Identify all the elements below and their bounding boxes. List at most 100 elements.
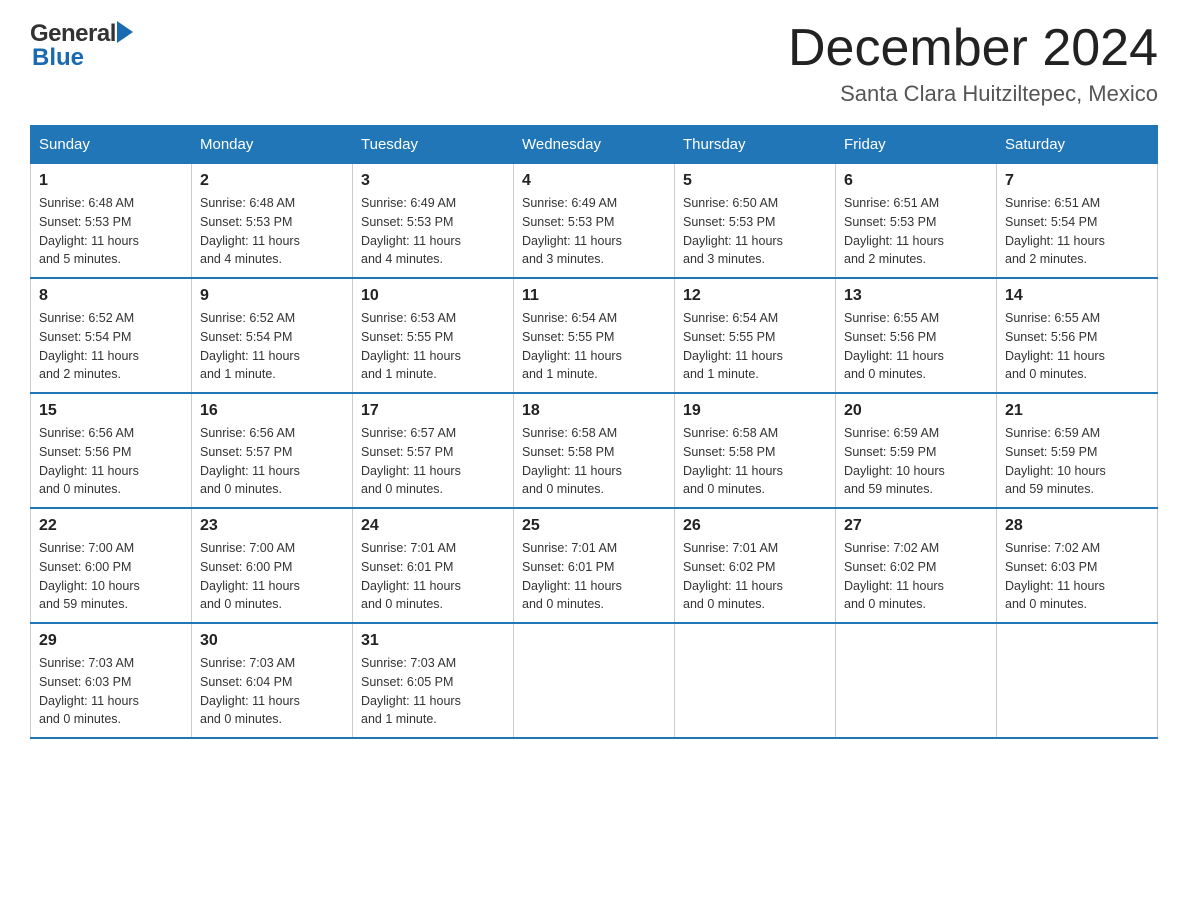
calendar-table: SundayMondayTuesdayWednesdayThursdayFrid… — [30, 125, 1158, 739]
day-cell: 13 Sunrise: 6:55 AMSunset: 5:56 PMDayligh… — [836, 278, 997, 393]
day-header-monday: Monday — [192, 126, 353, 164]
day-number: 10 — [361, 287, 505, 305]
day-cell: 4Sunrise: 6:49 AMSunset: 5:53 PMDaylight… — [514, 164, 675, 279]
day-cell: 14Sunrise: 6:55 AMSunset: 5:56 PMDayligh… — [997, 278, 1158, 393]
day-info: Sunrise: 6:58 AMSunset: 5:58 PMDaylight:… — [522, 424, 666, 499]
day-info: Sunrise: 6:59 AMSunset: 5:59 PMDaylight:… — [1005, 424, 1149, 499]
day-info: Sunrise: 7:00 AMSunset: 6:00 PMDaylight:… — [39, 539, 183, 614]
subtitle: Santa Clara Huitziltepec, Mexico — [788, 81, 1158, 107]
day-info: Sunrise: 6:54 AMSunset: 5:55 PMDaylight:… — [683, 309, 827, 384]
day-number: 14 — [1005, 287, 1149, 305]
day-cell: 17 Sunrise: 6:57 AMSunset: 5:57 PMDayligh… — [353, 393, 514, 508]
day-cell: 30 Sunrise: 7:03 AMSunset: 6:04 PMDayligh… — [192, 623, 353, 738]
title-area: December 2024 Santa Clara Huitziltepec, … — [788, 20, 1158, 107]
day-cell — [514, 623, 675, 738]
day-number: 31 — [361, 632, 505, 650]
day-number: 3 — [361, 172, 505, 190]
day-cell: 18 Sunrise: 6:58 AMSunset: 5:58 PMDayligh… — [514, 393, 675, 508]
day-cell: 28 Sunrise: 7:02 AMSunset: 6:03 PMDayligh… — [997, 508, 1158, 623]
day-header-tuesday: Tuesday — [353, 126, 514, 164]
logo-blue-text: Blue — [32, 44, 84, 71]
day-info: Sunrise: 6:54 AMSunset: 5:55 PMDaylight:… — [522, 309, 666, 384]
day-cell: 22 Sunrise: 7:00 AMSunset: 6:00 PMDayligh… — [31, 508, 192, 623]
day-number: 28 — [1005, 517, 1149, 535]
day-cell: 19 Sunrise: 6:58 AMSunset: 5:58 PMDayligh… — [675, 393, 836, 508]
day-info: Sunrise: 6:52 AMSunset: 5:54 PMDaylight:… — [200, 309, 344, 384]
day-info: Sunrise: 6:57 AMSunset: 5:57 PMDaylight:… — [361, 424, 505, 499]
day-number: 19 — [683, 402, 827, 420]
day-number: 21 — [1005, 402, 1149, 420]
day-cell: 9Sunrise: 6:52 AMSunset: 5:54 PMDaylight… — [192, 278, 353, 393]
day-number: 13 — [844, 287, 988, 305]
day-cell: 11 Sunrise: 6:54 AMSunset: 5:55 PMDayligh… — [514, 278, 675, 393]
week-row-2: 8 Sunrise: 6:52 AMSunset: 5:54 PMDaylight… — [31, 278, 1158, 393]
week-row-3: 15Sunrise: 6:56 AMSunset: 5:56 PMDayligh… — [31, 393, 1158, 508]
day-number: 8 — [39, 287, 183, 305]
day-number: 1 — [39, 172, 183, 190]
day-info: Sunrise: 7:02 AMSunset: 6:03 PMDaylight:… — [1005, 539, 1149, 614]
day-info: Sunrise: 6:52 AMSunset: 5:54 PMDaylight:… — [39, 309, 183, 384]
day-cell: 25Sunrise: 7:01 AMSunset: 6:01 PMDayligh… — [514, 508, 675, 623]
day-cell: 24Sunrise: 7:01 AMSunset: 6:01 PMDayligh… — [353, 508, 514, 623]
day-info: Sunrise: 7:01 AMSunset: 6:01 PMDaylight:… — [522, 539, 666, 614]
day-cell — [997, 623, 1158, 738]
day-info: Sunrise: 6:51 AMSunset: 5:53 PMDaylight:… — [844, 194, 988, 269]
day-cell: 21 Sunrise: 6:59 AMSunset: 5:59 PMDayligh… — [997, 393, 1158, 508]
day-info: Sunrise: 7:03 AMSunset: 6:04 PMDaylight:… — [200, 654, 344, 729]
day-info: Sunrise: 6:59 AMSunset: 5:59 PMDaylight:… — [844, 424, 988, 499]
day-info: Sunrise: 6:48 AMSunset: 5:53 PMDaylight:… — [39, 194, 183, 269]
day-info: Sunrise: 6:49 AMSunset: 5:53 PMDaylight:… — [361, 194, 505, 269]
day-info: Sunrise: 7:01 AMSunset: 6:02 PMDaylight:… — [683, 539, 827, 614]
logo-arrow-icon — [117, 21, 133, 43]
week-row-5: 29Sunrise: 7:03 AMSunset: 6:03 PMDayligh… — [31, 623, 1158, 738]
day-cell: 26Sunrise: 7:01 AMSunset: 6:02 PMDayligh… — [675, 508, 836, 623]
day-cell: 29Sunrise: 7:03 AMSunset: 6:03 PMDayligh… — [31, 623, 192, 738]
day-info: Sunrise: 7:03 AMSunset: 6:05 PMDaylight:… — [361, 654, 505, 729]
day-info: Sunrise: 6:55 AMSunset: 5:56 PMDaylight:… — [844, 309, 988, 384]
day-info: Sunrise: 6:58 AMSunset: 5:58 PMDaylight:… — [683, 424, 827, 499]
day-number: 18 — [522, 402, 666, 420]
day-cell — [675, 623, 836, 738]
day-info: Sunrise: 6:48 AMSunset: 5:53 PMDaylight:… — [200, 194, 344, 269]
day-info: Sunrise: 7:00 AMSunset: 6:00 PMDaylight:… — [200, 539, 344, 614]
day-header-friday: Friday — [836, 126, 997, 164]
day-info: Sunrise: 6:51 AMSunset: 5:54 PMDaylight:… — [1005, 194, 1149, 269]
day-info: Sunrise: 7:02 AMSunset: 6:02 PMDaylight:… — [844, 539, 988, 614]
day-number: 22 — [39, 517, 183, 535]
logo: General Blue — [30, 20, 133, 72]
day-cell: 3 Sunrise: 6:49 AMSunset: 5:53 PMDaylight… — [353, 164, 514, 279]
day-header-thursday: Thursday — [675, 126, 836, 164]
day-header-saturday: Saturday — [997, 126, 1158, 164]
day-number: 27 — [844, 517, 988, 535]
day-number: 11 — [522, 287, 666, 305]
header-row: SundayMondayTuesdayWednesdayThursdayFrid… — [31, 126, 1158, 164]
day-info: Sunrise: 6:50 AMSunset: 5:53 PMDaylight:… — [683, 194, 827, 269]
day-cell: 12 Sunrise: 6:54 AMSunset: 5:55 PMDayligh… — [675, 278, 836, 393]
day-number: 5 — [683, 172, 827, 190]
day-cell: 27 Sunrise: 7:02 AMSunset: 6:02 PMDayligh… — [836, 508, 997, 623]
week-row-4: 22 Sunrise: 7:00 AMSunset: 6:00 PMDayligh… — [31, 508, 1158, 623]
day-cell: 16 Sunrise: 6:56 AMSunset: 5:57 PMDayligh… — [192, 393, 353, 508]
day-header-sunday: Sunday — [31, 126, 192, 164]
day-number: 24 — [361, 517, 505, 535]
day-info: Sunrise: 6:53 AMSunset: 5:55 PMDaylight:… — [361, 309, 505, 384]
day-header-wednesday: Wednesday — [514, 126, 675, 164]
day-number: 15 — [39, 402, 183, 420]
day-cell: 23 Sunrise: 7:00 AMSunset: 6:00 PMDayligh… — [192, 508, 353, 623]
day-number: 23 — [200, 517, 344, 535]
day-info: Sunrise: 6:56 AMSunset: 5:57 PMDaylight:… — [200, 424, 344, 499]
day-number: 30 — [200, 632, 344, 650]
page-title: December 2024 — [788, 20, 1158, 77]
day-cell: 15Sunrise: 6:56 AMSunset: 5:56 PMDayligh… — [31, 393, 192, 508]
day-number: 17 — [361, 402, 505, 420]
day-cell: 2 Sunrise: 6:48 AMSunset: 5:53 PMDaylight… — [192, 164, 353, 279]
day-cell: 8 Sunrise: 6:52 AMSunset: 5:54 PMDaylight… — [31, 278, 192, 393]
day-cell: 10 Sunrise: 6:53 AMSunset: 5:55 PMDayligh… — [353, 278, 514, 393]
day-number: 16 — [200, 402, 344, 420]
day-info: Sunrise: 7:03 AMSunset: 6:03 PMDaylight:… — [39, 654, 183, 729]
header: General Blue December 2024 Santa Clara H… — [30, 20, 1158, 107]
day-number: 2 — [200, 172, 344, 190]
day-number: 20 — [844, 402, 988, 420]
day-number: 12 — [683, 287, 827, 305]
day-cell: 20 Sunrise: 6:59 AMSunset: 5:59 PMDayligh… — [836, 393, 997, 508]
